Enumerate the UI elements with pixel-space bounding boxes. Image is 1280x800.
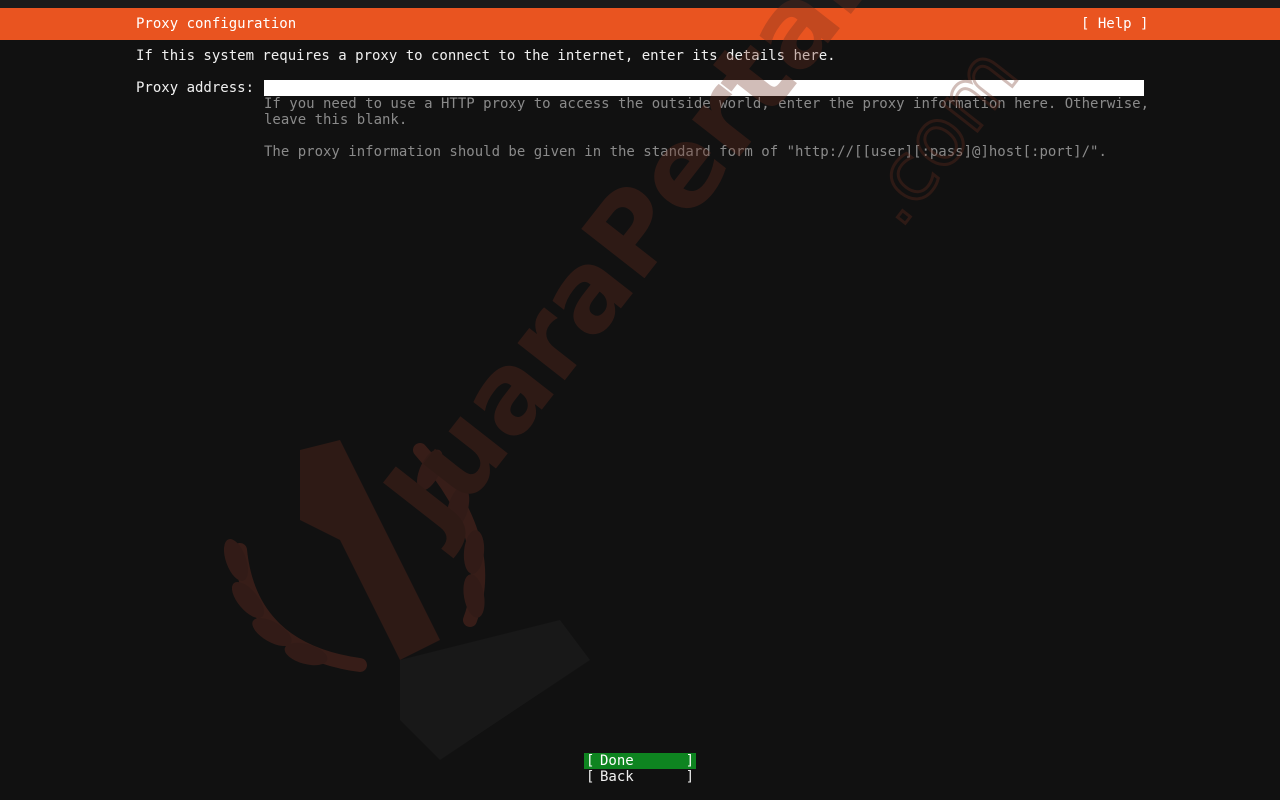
done-button[interactable]: [ Done ] [584,753,696,769]
svg-text:.com: .com [842,30,1036,242]
intro-text: If this system requires a proxy to conne… [136,48,836,64]
top-strip [0,0,1280,8]
proxy-help-line-3: The proxy information should be given in… [264,144,1107,160]
trophy-icon [300,440,440,660]
proxy-address-input[interactable] [264,80,1144,96]
screen-title: Proxy configuration [136,16,297,32]
back-button[interactable]: [ Back ] [584,769,696,785]
proxy-help-line-1: If you need to use a HTTP proxy to acces… [264,96,1150,112]
back-label: Back [600,769,634,785]
proxy-help-line-2: leave this blank. [264,112,408,128]
watermark: JuaraPertama .com [223,0,1037,760]
done-label: Done [600,753,634,769]
help-button[interactable]: [ Help ] [1081,16,1148,33]
header-bar: Proxy configuration [ Help ] [0,8,1280,40]
laurel-icon [233,443,486,672]
proxy-address-label: Proxy address: [136,80,255,96]
